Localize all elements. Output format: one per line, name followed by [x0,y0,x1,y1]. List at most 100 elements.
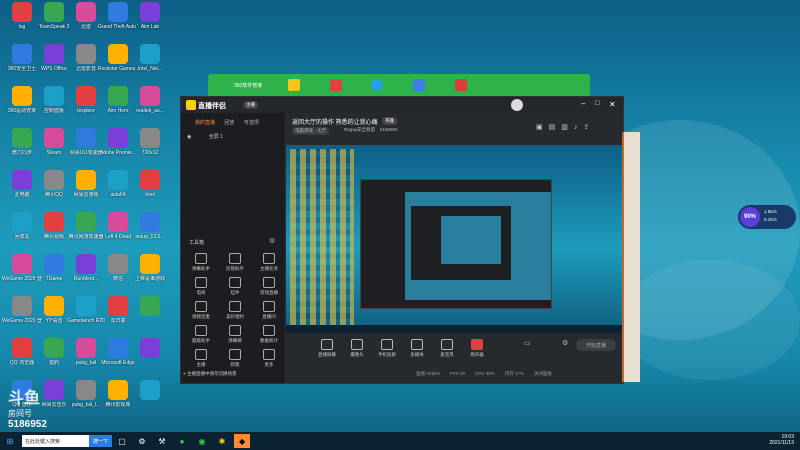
tag-2[interactable]: Regay安全联盟 [344,127,375,133]
tv-icon[interactable]: ▥ [561,124,574,131]
toolbox-item[interactable]: 数据统计 [255,325,283,344]
toolbox-item[interactable]: 挂件 [221,277,249,296]
start-icon[interactable]: ⊞ [2,434,18,448]
tool-label: 游戏直播 [260,290,278,295]
control-button[interactable]: 直播屏幕 [314,339,340,358]
toolbox-item[interactable]: 视频连麦 [187,301,215,320]
scene-item[interactable]: ◉ 全屏 1 [187,133,223,140]
desktop-icon-label: 上帝是谁游戏 [134,276,165,282]
performance-widget[interactable]: 90% 1.5K/s 0.1K/s [738,205,796,229]
app-icon[interactable]: ✱ [214,434,230,448]
control-button[interactable]: 摄像头 [344,339,370,358]
maximize-icon[interactable]: □ [595,100,599,107]
tag-1[interactable]: 电脑游戏 · 大厅 [292,127,329,135]
tool-icon [229,277,241,288]
control-button[interactable]: 手机投屏 [374,339,400,358]
desktop-icon[interactable]: 上帝是谁游戏 [130,254,170,298]
watermark-title: 斗鱼 [8,390,41,407]
steam-icon[interactable]: ⚙ [134,434,150,448]
main-area: 返回大厅的操作 熟悉的让我心痛 英雄 电脑游戏 · 大厅 Regay安全联盟 5… [286,113,623,383]
desktop-icon[interactable] [130,296,170,340]
desktop-icon[interactable] [130,380,170,424]
desktop-icon[interactable] [130,338,170,382]
window-360-software[interactable]: 360软件管家 [208,74,590,98]
control-icon [411,339,423,350]
window-360-title: 360软件管家 [234,83,263,89]
xbox-icon[interactable]: ● [174,434,190,448]
toolbox-item[interactable]: 电商 [187,277,215,296]
control-button[interactable]: 扬声器 [464,339,490,358]
wechat-icon[interactable]: ◉ [194,434,210,448]
app-icon [108,170,128,190]
control-button[interactable]: 多媒体 [404,339,430,358]
eye-icon[interactable]: ◉ [187,134,191,140]
desktop-icon[interactable]: Intel [130,170,170,214]
status-item: FPS 30 [450,371,466,376]
app-icon [12,254,32,274]
bag-icon[interactable]: ▤ [549,124,562,131]
bell-icon[interactable]: ♪ [574,124,584,131]
toolbox-item[interactable]: 超级助手 [187,325,215,344]
tool-label: 新版 [230,362,240,367]
toolbox-item[interactable]: 游戏直播 [255,277,283,296]
minimize-icon[interactable]: – [581,99,585,108]
share-icon[interactable]: ⇪ [583,124,595,131]
avatar[interactable] [511,99,523,111]
tool-label: 房管助手 [226,266,244,271]
desktop-icon[interactable]: Aim Lab [130,2,170,46]
desktop-icon[interactable]: 720x12 [130,128,170,172]
tab-my-live[interactable]: 我的直播 [195,119,215,126]
app-icon [140,128,160,148]
side-window-strip[interactable] [622,132,640,382]
task-view-icon[interactable]: ▢ [114,434,130,448]
toolbox-item[interactable]: 主播 [187,349,215,368]
settings-gear-icon[interactable]: ⚙ [562,339,568,347]
start-live-button[interactable]: 开始直播 [576,339,616,351]
control-button[interactable]: 麦克风 [434,339,460,358]
category-badge[interactable]: 英雄 [382,117,397,125]
toolbox-item[interactable]: 弹幕助手 [187,253,215,272]
tool-icon [229,301,241,312]
header-action-icons: ▣▤▥♪⇪ [536,123,595,131]
control-icon [441,339,453,350]
control-label: 摄像头 [350,352,364,357]
desktop-icon[interactable]: Intel_Net... [130,44,170,88]
tool-label: 弹幕精 [228,338,242,343]
live-companion-taskbar-icon[interactable]: ◆ [234,434,251,448]
close-icon[interactable]: ✕ [609,100,616,109]
app-icon [12,86,32,106]
stream-title[interactable]: 返回大厅的操作 熟悉的让我心痛 [292,117,378,126]
toolbox-item[interactable]: 更多 [255,349,283,368]
clock-date[interactable]: 2021/11/13 [769,440,794,446]
search-button[interactable]: 搜一下 [89,435,113,447]
app-badge[interactable]: 主播 [243,101,258,109]
status-item[interactable]: 关闭面板 [534,371,552,376]
app-icon [108,296,128,316]
toolbox-item[interactable]: 直播间 [255,301,283,320]
toolbox-item[interactable]: 弹幕精 [221,325,249,344]
desktop-icon[interactable]: realtek_au... [130,86,170,130]
tab-replay[interactable]: 回放 [224,119,234,126]
toolbox-item[interactable]: 新版 [221,349,249,368]
live-companion-window[interactable]: 直播伴侣 主播 ✕ □ – 我的直播 回放 可选项 ◉ 全屏 1 工具箱 ⚙ 弹… [180,96,624,384]
settings-icon[interactable]: ⚙ [269,237,275,245]
control-label: 多媒体 [410,352,424,357]
camera-icon[interactable]: ▭ [524,339,531,347]
tab-options[interactable]: 可选项 [244,119,259,126]
lock-icon[interactable]: ▣ [536,124,549,131]
tool-icon [263,325,275,336]
app-icon [44,2,64,22]
tool-icon [263,277,275,288]
wallpaper-light [620,260,800,380]
app-icon-row [288,79,467,93]
stream-preview[interactable] [286,145,623,333]
desktop-icon[interactable]: setup_13.0... [130,212,170,256]
preview-inner-window [360,179,552,309]
app-icon [76,338,96,358]
toolbox-item[interactable]: 主播任务 [255,253,283,272]
toolbox-item[interactable]: 房管助手 [221,253,249,272]
tool-icon[interactable]: ⚒ [154,434,170,448]
toolbox-item[interactable]: 美好相约 [221,301,249,320]
search-input[interactable]: 在此处键入搜索 [22,435,89,447]
room-id: 5186952 [380,127,398,132]
